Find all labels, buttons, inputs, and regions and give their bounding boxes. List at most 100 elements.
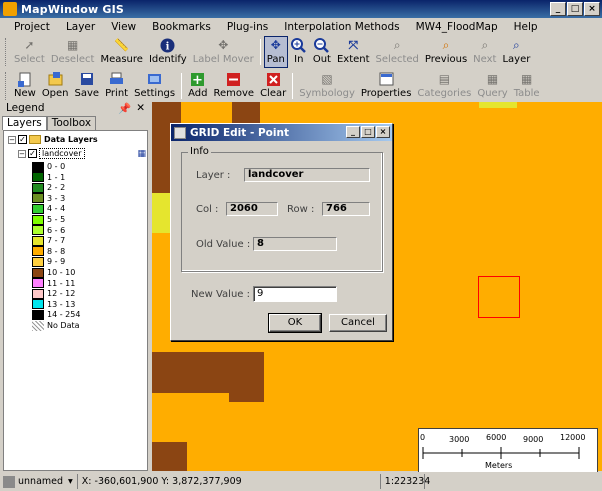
legend-class-row: 7 - 7 [32, 235, 65, 246]
zoom-next-button[interactable]: ⌕ Next [470, 36, 499, 68]
scale-tick-label: 12000 [560, 433, 586, 442]
new-value-input[interactable]: 9 [253, 286, 337, 302]
window-controls: _ □ × [550, 2, 600, 16]
legend-class-label: 1 - 1 [47, 172, 66, 182]
clear-layers-button[interactable]: Clear [257, 70, 289, 102]
legend-class-label: 10 - 10 [47, 268, 76, 277]
measure-button[interactable]: 📏 Measure [97, 36, 146, 68]
col-field-label: Col : [196, 204, 219, 215]
pan-button[interactable]: ✥ Pan [263, 36, 288, 68]
settings-button[interactable]: Settings [131, 70, 178, 102]
query-button[interactable]: ▦ Query [474, 70, 510, 102]
zoom-layer-button[interactable]: ⌕ Layer [499, 36, 533, 68]
dialog-title: GRID Edit - Point [190, 126, 289, 139]
pin-icon[interactable]: 📌 [118, 102, 131, 115]
collapse-icon[interactable]: − [18, 149, 26, 158]
zoom-selected-button[interactable]: ⌕ Selected [373, 36, 422, 68]
scale-readout: 1:223234 [379, 474, 430, 489]
menu-layer[interactable]: Layer [58, 21, 103, 33]
legend-class-row: 3 - 3 [32, 193, 65, 204]
pan-label: Pan [266, 54, 285, 65]
full-extent-button[interactable]: ⤧ Extent [334, 36, 373, 68]
select-label: Select [14, 54, 45, 65]
group-checkbox[interactable]: ✓ [18, 135, 27, 144]
symbology-button[interactable]: ▧ Symbology [296, 70, 358, 102]
zoom-out-button[interactable]: Out [310, 36, 334, 68]
zoom-in-button[interactable]: In [288, 36, 310, 68]
color-swatch [32, 278, 44, 289]
legend-class-label: 6 - 6 [47, 225, 66, 235]
deselect-button[interactable]: ▦ Deselect [48, 36, 98, 68]
group-row[interactable]: − ✓ Data Layers [8, 134, 98, 145]
categories-button[interactable]: ▤ Categories [414, 70, 474, 102]
open-button[interactable]: Open [39, 70, 72, 102]
map-cell-yellow [479, 102, 517, 108]
new-label: New [14, 88, 36, 99]
remove-layer-button[interactable]: Remove [210, 70, 257, 102]
full-extent-label: Extent [336, 54, 370, 65]
open-folder-icon [47, 71, 63, 87]
properties-button[interactable]: Properties [358, 70, 415, 102]
mapwindow-app-icon [3, 2, 17, 16]
symbology-icon: ▧ [321, 72, 333, 86]
legend-class-label: No Data [47, 321, 80, 330]
legend-class-row: 9 - 9 [32, 256, 65, 267]
close-button[interactable]: × [584, 2, 600, 16]
color-swatch [32, 193, 44, 204]
add-label: Add [188, 88, 208, 99]
zoom-previous-button[interactable]: ⌕ Previous [422, 36, 470, 68]
scale-bar: 0 3000 6000 9000 12000 Meters [418, 428, 598, 473]
zoom-previous-icon: ⌕ [442, 37, 450, 52]
selected-cell-box [478, 276, 520, 318]
zoom-next-label: Next [473, 54, 497, 65]
identify-button[interactable]: i Identify [146, 36, 190, 68]
maximize-button[interactable]: □ [567, 2, 583, 16]
color-swatch [32, 225, 44, 236]
dialog-maximize-button[interactable]: □ [361, 126, 375, 138]
print-button[interactable]: Print [102, 70, 131, 102]
layer-row[interactable]: − ✓ landcover ▦ [18, 148, 146, 159]
label-mover-button[interactable]: ✥ Label Mover [190, 36, 257, 68]
zoom-in-icon [291, 37, 307, 53]
menu-interpolation-methods[interactable]: Interpolation Methods [276, 21, 407, 33]
legend-class-label: 9 - 9 [47, 257, 66, 267]
tab-toolbox[interactable]: Toolbox [46, 116, 97, 130]
close-icon[interactable]: ✕ [136, 102, 145, 115]
nodata-swatch [32, 320, 44, 331]
toolbar-grip[interactable] [5, 72, 8, 100]
minimize-button[interactable]: _ [550, 2, 566, 16]
row-field-label: Row : [287, 204, 315, 215]
legend-class-label: 11 - 11 [47, 278, 76, 288]
menu-bookmarks[interactable]: Bookmarks [144, 21, 219, 33]
project-dropdown-icon[interactable]: ▾ [68, 476, 73, 487]
ok-button[interactable]: OK [268, 313, 322, 333]
measure-label: Measure [100, 54, 143, 65]
save-button[interactable]: Save [72, 70, 103, 102]
add-layer-icon: + [190, 71, 206, 87]
select-button[interactable]: ➚ Select [11, 36, 48, 68]
layer-checkbox[interactable]: ✓ [28, 149, 37, 158]
menu-project[interactable]: Project [6, 21, 58, 33]
dialog-minimize-button[interactable]: _ [346, 126, 360, 138]
layer-field-label: Layer : [196, 170, 231, 181]
collapse-icon[interactable]: − [8, 135, 16, 144]
zoom-in-label: In [294, 54, 304, 65]
menu-mw4-floodmap[interactable]: MW4_FloodMap [408, 21, 506, 33]
legend-class-row: No Data [32, 320, 80, 331]
cancel-button[interactable]: Cancel [329, 314, 387, 332]
tab-layers[interactable]: Layers [2, 116, 47, 130]
add-layer-button[interactable]: + Add [185, 70, 210, 102]
legend-class-row: 2 - 2 [32, 182, 65, 193]
svg-text:i: i [166, 41, 170, 52]
dialog-close-button[interactable]: × [376, 126, 390, 138]
col-field: 2060 [226, 202, 278, 216]
table-button[interactable]: ▦ Table [511, 70, 543, 102]
query-icon: ▦ [486, 72, 499, 86]
menu-plugins[interactable]: Plug-ins [219, 21, 276, 33]
menu-help[interactable]: Help [506, 21, 546, 33]
new-button[interactable]: New [11, 70, 39, 102]
menu-view[interactable]: View [103, 21, 144, 33]
toolbar-grip[interactable] [5, 38, 8, 66]
new-value-label: New Value : [191, 289, 250, 300]
scale-ruler [422, 447, 580, 459]
